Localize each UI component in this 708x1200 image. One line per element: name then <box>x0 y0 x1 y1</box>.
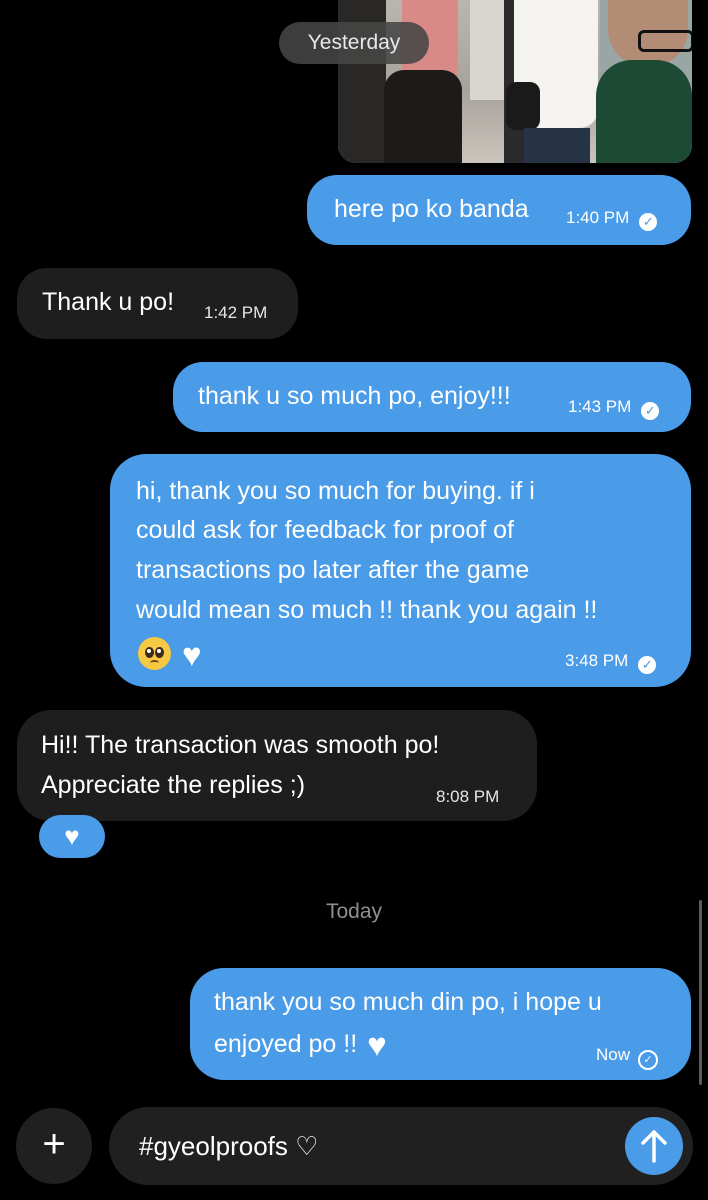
white-heart-icon: ♥ <box>181 636 202 673</box>
message-composer[interactable]: #gyeolproofs ♡ <box>109 1107 693 1185</box>
send-button[interactable] <box>625 1117 683 1175</box>
chat-screen: Yesterday here po ko banda 1:40 PM ✓ Than… <box>0 0 708 1200</box>
scrollbar[interactable] <box>699 900 702 1085</box>
message-bubble-outgoing[interactable]: thank u so much po, enjoy!!! 1:43 PM ✓ <box>173 362 691 432</box>
message-text-line: would mean so much !! thank you again !! <box>136 596 598 624</box>
message-bubble-outgoing[interactable]: hi, thank you so much for buying. if i c… <box>110 454 691 687</box>
message-time: 1:40 PM ✓ <box>566 208 658 231</box>
message-bubble-outgoing[interactable]: here po ko banda 1:40 PM ✓ <box>307 175 691 245</box>
send-arrow-icon <box>641 1130 667 1163</box>
message-text: Thank u po! <box>42 288 175 316</box>
message-time: Now ✓ <box>596 1045 659 1070</box>
message-reaction[interactable]: ♥ <box>39 815 105 858</box>
date-divider-yesterday: Yesterday <box>279 22 429 64</box>
message-input[interactable]: #gyeolproofs ♡ <box>139 1107 318 1185</box>
message-bubble-incoming[interactable]: Thank u po! 1:42 PM <box>17 268 298 339</box>
message-emojis: ♥ <box>138 637 202 671</box>
white-heart-icon: ♥ <box>64 821 80 851</box>
message-text-line: hi, thank you so much for buying. if i <box>136 477 535 505</box>
message-bubble-outgoing[interactable]: thank you so much din po, i hope u enjoy… <box>190 968 691 1080</box>
pleading-face-icon <box>138 637 171 670</box>
message-text-line: enjoyed po !! ♥ <box>214 1026 387 1063</box>
message-text-line: could ask for feedback for proof of <box>136 516 514 544</box>
message-time: 1:43 PM ✓ <box>568 397 660 420</box>
add-attachment-button[interactable]: + <box>16 1108 92 1184</box>
message-text: here po ko banda <box>334 195 529 223</box>
date-divider-today: Today <box>325 900 383 923</box>
sent-check-icon: ✓ <box>638 1050 659 1070</box>
message-text: thank u so much po, enjoy!!! <box>198 382 511 410</box>
white-heart-icon: ♥ <box>367 1026 387 1063</box>
message-text-line: Hi!! The transaction was smooth po! <box>41 731 440 759</box>
read-check-icon: ✓ <box>639 213 658 231</box>
message-text-line: Appreciate the replies ;) <box>41 771 306 799</box>
message-text-line: transactions po later after the game <box>136 556 530 584</box>
read-check-icon: ✓ <box>638 656 657 674</box>
message-time: 1:42 PM <box>204 303 268 322</box>
read-check-icon: ✓ <box>641 402 660 420</box>
message-text-line: thank you so much din po, i hope u <box>214 988 602 1016</box>
message-time: 3:48 PM ✓ <box>565 651 657 674</box>
message-bubble-incoming[interactable]: Hi!! The transaction was smooth po! Appr… <box>17 710 537 821</box>
plus-icon: + <box>42 1122 66 1166</box>
message-time: 8:08 PM <box>436 787 500 806</box>
